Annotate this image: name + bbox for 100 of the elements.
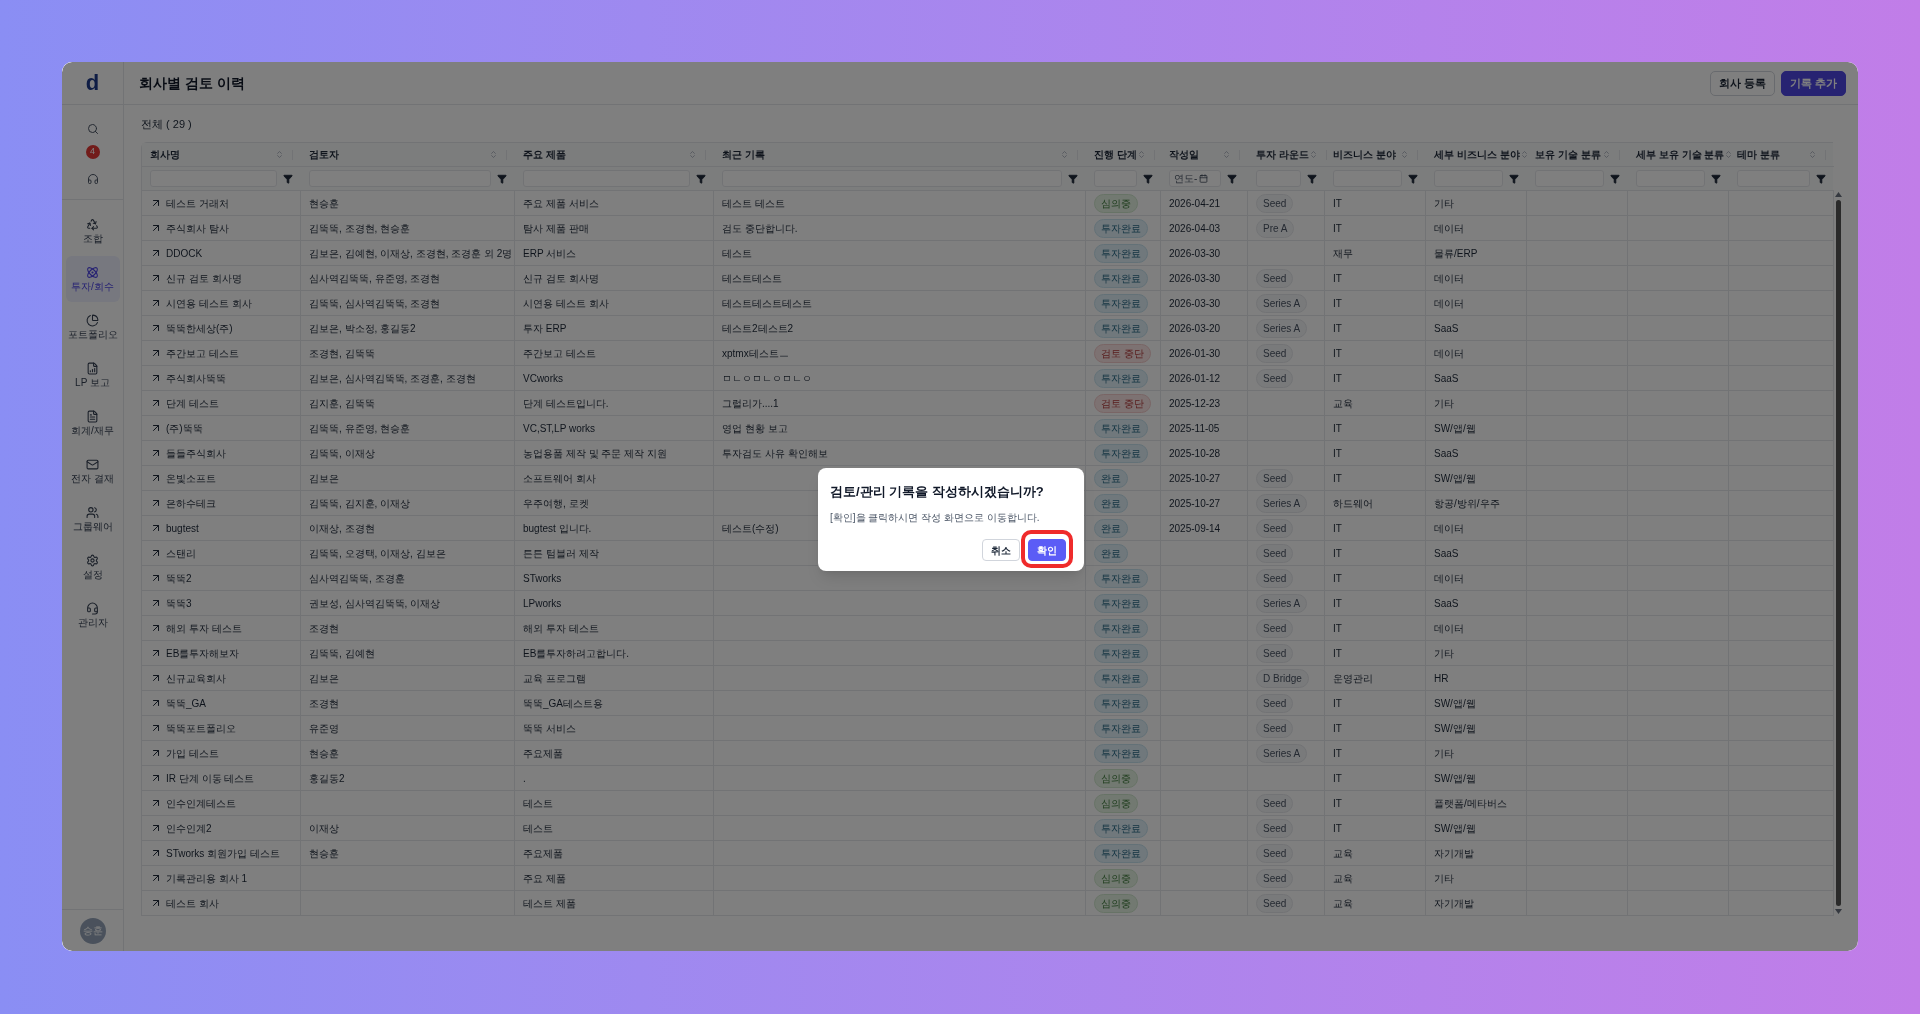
sort-icon[interactable] (1308, 150, 1318, 159)
filter-icon[interactable] (1068, 173, 1078, 184)
filter-icon[interactable] (1307, 173, 1317, 184)
column-header[interactable]: 진행 단계 (1094, 147, 1137, 162)
register-company-button[interactable]: 회사 등록 (1709, 70, 1775, 96)
arrow-up-right-icon (150, 222, 162, 234)
company-link[interactable]: bugtest (150, 520, 199, 536)
company-link[interactable]: 들들주식회사 (150, 445, 226, 461)
company-link[interactable]: 신규 검토 회사명 (150, 270, 242, 286)
nav-item[interactable]: 그룹웨어 (65, 496, 120, 542)
sort-icon[interactable] (489, 150, 498, 159)
company-link[interactable]: (주)뚝뚝 (150, 420, 203, 436)
nav-item[interactable]: 회계/재무 (65, 400, 120, 446)
nav-item[interactable]: 조합 (65, 208, 120, 254)
column-header[interactable]: 세부 보유 기술 분류 (1636, 147, 1725, 162)
company-link[interactable]: 주식회사뚝뚝 (150, 370, 226, 386)
column-header[interactable]: 테마 분류 (1737, 147, 1780, 162)
sort-icon[interactable] (688, 150, 697, 159)
date-filter-field[interactable]: 연도- (1169, 170, 1221, 187)
table-cell: SW/앱/웹 (1426, 416, 1527, 441)
sort-icon[interactable] (275, 150, 284, 159)
nav-item[interactable]: 설정 (65, 544, 120, 590)
scrollbar[interactable] (1833, 190, 1843, 916)
sort-icon[interactable] (1136, 150, 1146, 159)
company-link[interactable]: 주간보고 테스트 (150, 345, 239, 361)
confirm-button[interactable]: 확인 (1028, 539, 1066, 561)
nav-item[interactable]: 포트폴리오 (65, 304, 120, 350)
column-header[interactable]: 최근 기록 (722, 147, 765, 162)
company-link[interactable]: 뚝뚝2 (150, 570, 192, 586)
company-link[interactable]: 기록관리용 회사 1 (150, 870, 248, 886)
sort-icon[interactable] (1808, 150, 1817, 159)
company-link[interactable]: 단계 테스트 (150, 395, 219, 411)
filter-icon[interactable] (1816, 173, 1826, 184)
column-header[interactable]: 보유 기술 분류 (1535, 147, 1601, 162)
filter-icon[interactable] (1711, 173, 1721, 184)
column-header[interactable]: 검토자 (309, 147, 339, 162)
table-cell: SaaS (1426, 441, 1527, 466)
scroll-up-icon[interactable] (1834, 192, 1842, 197)
filter-icon[interactable] (1227, 173, 1237, 184)
column-header[interactable]: 투자 라운드 (1256, 147, 1309, 162)
company-link[interactable]: 가입 테스트 (150, 745, 219, 761)
table-cell: 2026-04-21 (1161, 191, 1248, 216)
notification-badge[interactable]: 4 (85, 145, 100, 159)
sort-icon[interactable] (1222, 150, 1231, 159)
stage-tag: 투자완료 (1094, 368, 1148, 388)
company-link[interactable]: 주식회사 탐사 (150, 220, 229, 236)
arrow-up-right-icon (150, 297, 162, 309)
company-link[interactable]: 시연용 테스트 회사 (150, 295, 252, 311)
filter-icon[interactable] (497, 173, 507, 184)
company-link[interactable]: 인수인계테스트 (150, 795, 236, 811)
sort-icon[interactable] (1602, 150, 1611, 159)
company-link[interactable]: 뚝뚝한세상(주) (150, 320, 233, 336)
company-link[interactable]: STworks 회원가입 테스트 (150, 845, 280, 861)
sort-icon[interactable] (1724, 150, 1734, 159)
stage-tag: 투자완료 (1094, 618, 1148, 638)
table-cell: IT (1325, 766, 1426, 791)
table-cell: IT (1325, 566, 1426, 591)
nav-item[interactable]: 전자 결재 (65, 448, 120, 494)
table-cell: 하드웨어 (1325, 491, 1426, 516)
column-header[interactable]: 주요 제품 (523, 147, 566, 162)
filter-icon[interactable] (696, 173, 706, 184)
company-link[interactable]: 뚝뚝_GA (150, 695, 206, 711)
company-link[interactable]: 온빛소프트 (150, 470, 216, 486)
filter-icon[interactable] (1408, 173, 1418, 184)
company-link[interactable]: 뚝뚝포트폴리오 (150, 720, 236, 736)
filter-icon[interactable] (1143, 173, 1153, 184)
add-record-button[interactable]: 기록 추가 (1780, 70, 1846, 96)
company-link[interactable]: DDOCK (150, 245, 203, 261)
company-link[interactable]: 인수인계2 (150, 820, 212, 836)
column-header[interactable]: 비즈니스 분야 (1333, 147, 1396, 162)
company-link[interactable]: 스탠리 (150, 545, 196, 561)
filter-icon[interactable] (1509, 173, 1519, 184)
scroll-down-icon[interactable] (1834, 909, 1842, 914)
company-link[interactable]: 테스트 회사 (150, 895, 219, 911)
cancel-button[interactable]: 취소 (982, 539, 1020, 561)
nav-item[interactable]: 투자/회수 (65, 256, 120, 302)
column-header[interactable]: 작성일 (1169, 147, 1199, 162)
filter-icon[interactable] (283, 173, 293, 184)
stage-tag: 검토 중단 (1094, 393, 1151, 413)
company-link[interactable]: 은하수테크 (150, 495, 216, 511)
sort-icon[interactable] (1400, 150, 1409, 159)
company-link[interactable]: 뚝뚝3 (150, 595, 192, 611)
nav-item[interactable]: LP 보고 (65, 352, 120, 398)
sort-icon[interactable] (1519, 150, 1529, 159)
company-link[interactable]: IR 단계 이동 테스트 (150, 770, 255, 786)
filter-icon[interactable] (1610, 173, 1620, 184)
column-header[interactable]: 회사명 (150, 147, 180, 162)
table-cell: 투자 ERP (515, 316, 714, 341)
sort-icon[interactable] (1060, 150, 1069, 159)
table-cell: 테스트 (515, 816, 714, 841)
company-link[interactable]: 해외 투자 테스트 (150, 620, 242, 636)
round-tag: Seed (1256, 518, 1294, 538)
column-header[interactable]: 세부 비즈니스 분야 (1434, 147, 1520, 162)
company-link[interactable]: EB를투자해보자 (150, 645, 240, 661)
stage-tag: 투자완료 (1094, 443, 1148, 463)
calendar-icon[interactable] (1199, 174, 1209, 183)
nav-item[interactable]: 관리자 (65, 592, 120, 638)
company-link[interactable]: 신규교육회사 (150, 670, 226, 686)
company-link[interactable]: 테스트 거래처 (150, 195, 229, 211)
table-cell: IT (1325, 366, 1426, 391)
